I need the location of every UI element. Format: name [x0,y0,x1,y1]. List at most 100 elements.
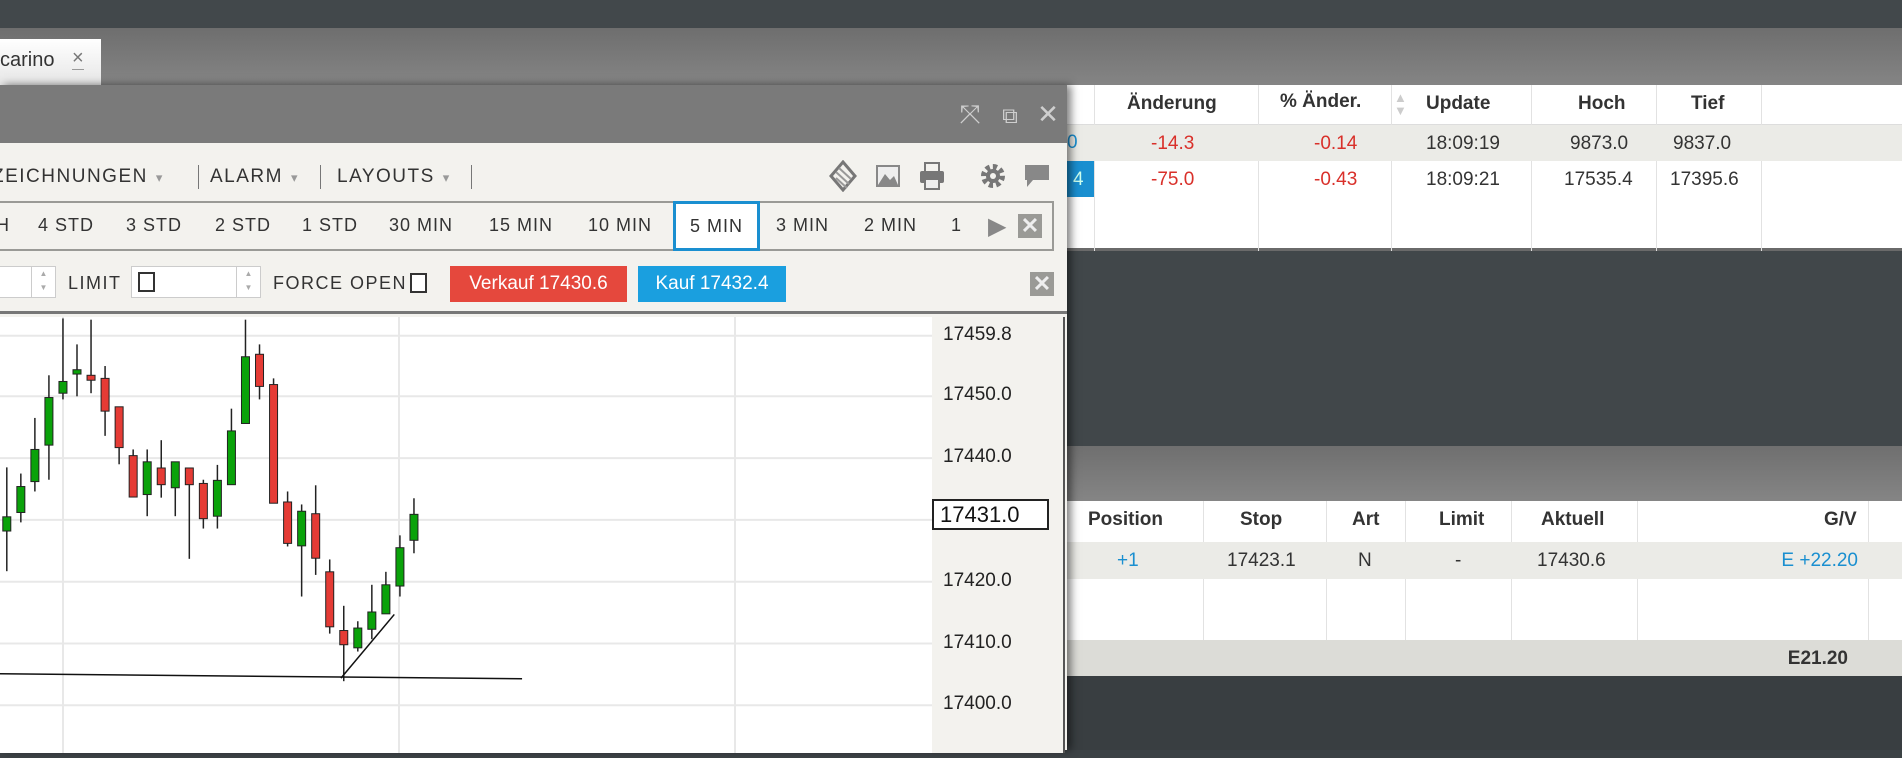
tab-carino[interactable]: carino × [0,39,101,85]
timeframe-1min[interactable]: 1 [951,215,962,236]
limit-input[interactable]: ▲ ▼ [131,266,261,298]
header-low[interactable]: Tief [1691,93,1724,115]
timeframe-4std[interactable]: 4 STD [38,215,94,236]
candle-up [367,611,377,630]
change: -75.0 [1151,169,1195,190]
timeframe-15min[interactable]: 15 MIN [489,215,553,236]
candle-up [212,479,222,517]
stop: 17423.1 [1227,550,1296,571]
timeframe-3min[interactable]: 3 MIN [776,215,829,236]
timeframe-30min[interactable]: 30 MIN [389,215,453,236]
header-current[interactable]: Aktuell [1541,509,1604,531]
header-update[interactable]: Update [1426,93,1490,115]
candle-up [44,397,54,446]
quantity-stepper[interactable]: ▲ ▼ [0,266,56,298]
y-tick-label: 17450.0 [943,384,1012,406]
tab-bar [0,28,1902,86]
candlestick-chart[interactable] [0,317,932,753]
stepper-arrows-icon[interactable]: ▲ ▼ [236,267,260,297]
close-timeframes-icon[interactable]: ✕ [1018,214,1042,238]
timeframe-bar: H 4 STD 3 STD 2 STD 1 STD 30 MIN 15 MIN … [0,201,1054,251]
limit: - [1455,550,1462,571]
image-icon[interactable] [872,160,904,192]
candle-up [170,461,180,489]
expand-icon[interactable]: ⤧ [955,99,985,131]
sort-arrows-icon[interactable]: ▲ ▼ [1394,91,1407,117]
current: 17430.6 [1537,550,1606,571]
indicator-icon[interactable] [827,160,859,192]
app-top-bar [0,0,1902,28]
position-size: +1 [1117,550,1139,571]
comment-icon[interactable] [1021,160,1053,192]
chevron-down-icon: ▾ [290,170,299,185]
candle-down [311,513,321,559]
candle-down [255,353,265,387]
scroll-right-arrow-icon[interactable]: ▶ [988,212,1006,241]
chart-plot[interactable] [0,317,932,753]
menu-alarm[interactable]: ALARM ▾ [210,166,299,188]
header-high[interactable]: Hoch [1578,93,1626,115]
header-position[interactable]: Position [1088,509,1163,531]
empty-area [1067,676,1902,750]
chart-area: 17459.8 17450.0 17440.0 17420.0 17410.0 … [0,311,1067,753]
candle-down [283,501,293,544]
header-stop[interactable]: Stop [1240,509,1282,531]
stepper-arrows-icon[interactable]: ▲ ▼ [31,267,55,297]
candle-down [198,482,208,520]
force-open-checkbox[interactable] [410,273,427,293]
candle-up [297,510,307,547]
chart-window-titlebar[interactable]: ⤧ ⧉ ✕ [0,85,1067,143]
candle-down [269,384,279,504]
menu-label: LAYOUTS [337,166,435,187]
timeframe-10min[interactable]: 10 MIN [588,215,652,236]
tab-close-icon[interactable]: × [72,47,84,70]
candle-up [226,430,236,486]
candle-up [381,584,391,615]
header-change[interactable]: Änderung [1127,93,1217,115]
header-pct-change[interactable]: % Änder. [1280,91,1361,113]
menu-label: ZEICHNUNGEN [0,166,148,187]
close-order-bar-icon[interactable]: ✕ [1030,272,1054,296]
high: 9873.0 [1570,133,1629,154]
chevron-down-icon: ▾ [155,170,164,185]
menu-layouts[interactable]: LAYOUTS ▾ [337,166,451,188]
watchlist-row[interactable]: 0 -14.3 -0.14 18:09:19 9873.0 9837.0 [1067,125,1902,161]
timeframe-2std[interactable]: 2 STD [215,215,271,236]
limit-checkbox[interactable] [138,272,155,292]
timeframe-h[interactable]: H [0,215,10,236]
trendline-drawing [0,673,523,680]
update-time: 18:09:19 [1426,133,1500,154]
candle-up [58,380,68,394]
timeframe-3std[interactable]: 3 STD [126,215,182,236]
pct-change: -0.14 [1314,133,1358,154]
gear-icon[interactable] [977,160,1009,192]
sell-button[interactable]: Verkauf 17430.6 [450,266,627,302]
popout-icon[interactable]: ⧉ [995,103,1025,129]
update-time: 18:09:21 [1426,169,1500,190]
price-axis[interactable]: 17459.8 17450.0 17440.0 17420.0 17410.0 … [932,317,1065,753]
print-icon[interactable] [916,160,948,192]
change: -14.3 [1151,133,1195,154]
candle-down [156,467,166,486]
candle-up [72,369,82,375]
timeframe-5min[interactable]: 5 MIN [673,201,761,251]
timeframe-2min[interactable]: 2 MIN [864,215,917,236]
chevron-down-icon: ▾ [442,170,451,185]
low: 17395.6 [1670,169,1739,190]
candle-down [128,455,138,498]
menu-zeichnungen[interactable]: ZEICHNUNGEN ▾ [0,166,164,188]
header-pl[interactable]: G/V [1824,509,1857,531]
timeframe-1std[interactable]: 1 STD [302,215,358,236]
menu-label: ALARM [210,166,283,187]
position-row[interactable]: +1 17423.1 N - 17430.6 E +22.20 [1067,542,1902,579]
candle-down [325,571,335,628]
header-art[interactable]: Art [1352,509,1379,531]
row-marker: 4 [1067,161,1094,197]
buy-button[interactable]: Kauf 17432.4 [638,266,786,302]
watchlist-row[interactable]: 4 -75.0 -0.43 18:09:21 17535.4 17395.6 [1067,161,1902,197]
total-pl: E21.20 [1787,648,1848,669]
positions-total-row: E21.20 [1067,640,1902,676]
watchlist-header: Änderung % Änder. ▲ ▼ Update Hoch Tief [1067,85,1902,125]
close-icon[interactable]: ✕ [1033,99,1063,130]
header-limit[interactable]: Limit [1439,509,1484,531]
